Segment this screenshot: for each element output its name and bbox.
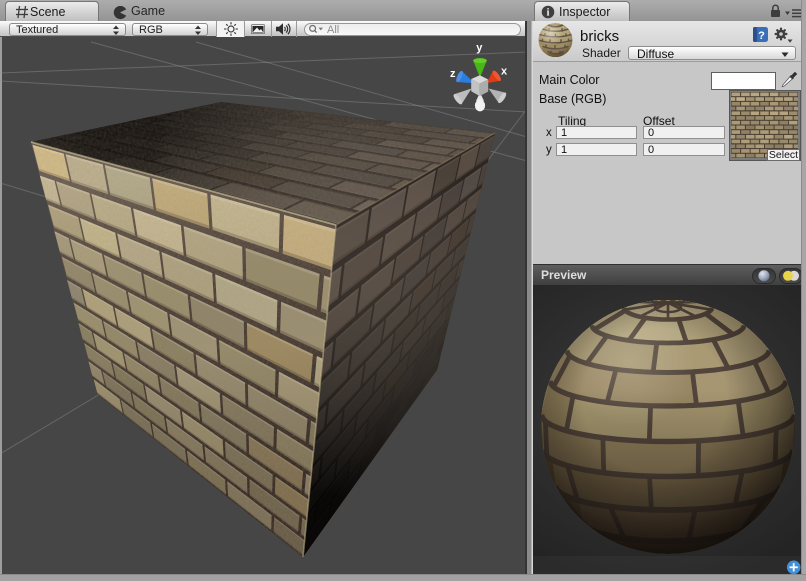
svg-text:x: x [501, 66, 508, 78]
svg-text:z: z [450, 68, 456, 80]
svg-text:y: y [476, 42, 483, 54]
svg-text:i: i [547, 8, 550, 19]
svg-text:?: ? [758, 30, 765, 42]
